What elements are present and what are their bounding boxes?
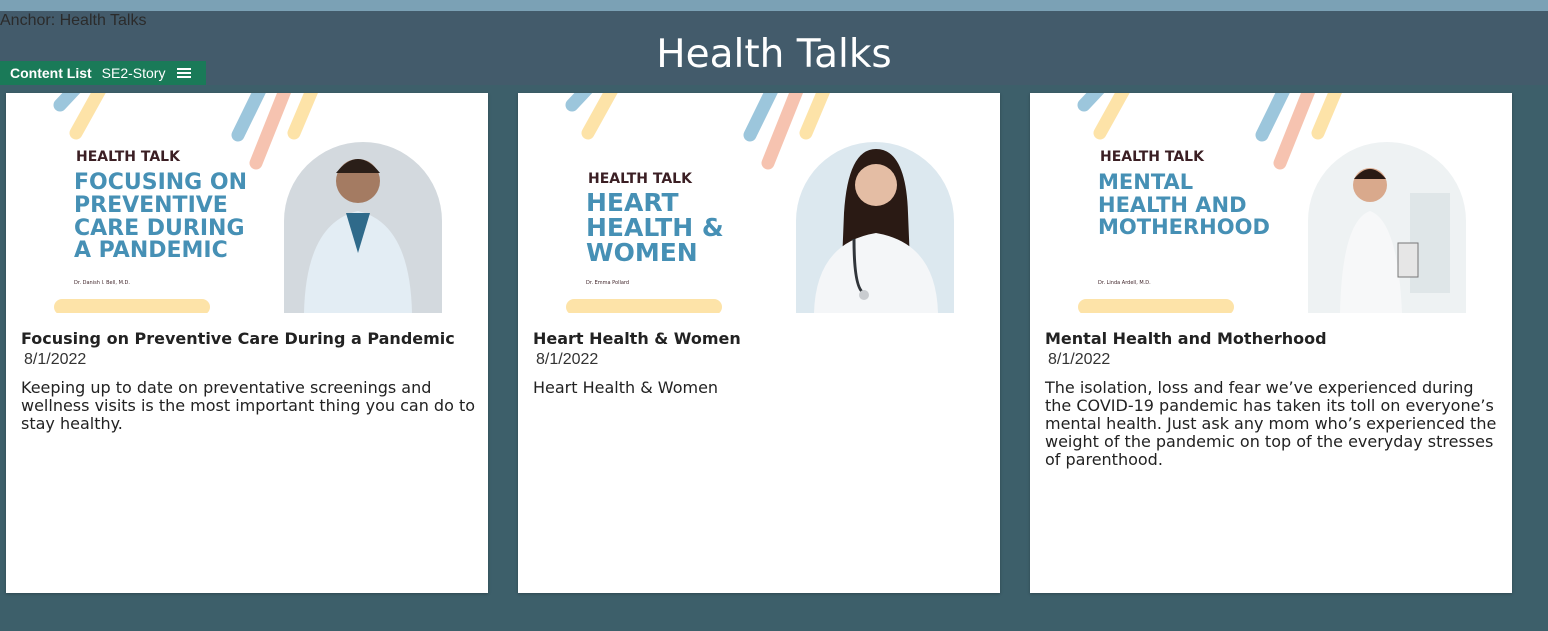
image-kicker: HEALTH TALK xyxy=(76,149,181,165)
image-headline-line: FOCUSING ON xyxy=(74,170,247,195)
hamburger-menu-icon[interactable] xyxy=(177,68,192,78)
content-card[interactable]: HEALTH TALK MENTAL HEALTH AND MOTHERHOOD… xyxy=(1030,93,1512,593)
content-list-label: Content List xyxy=(10,65,92,81)
image-headline-line: HEALTH AND xyxy=(1098,193,1247,217)
card-description: Heart Health & Women xyxy=(533,378,719,397)
card-title[interactable]: Heart Health & Women xyxy=(533,329,741,348)
image-headline-line: MENTAL xyxy=(1098,170,1193,194)
card-title[interactable]: Mental Health and Motherhood xyxy=(1045,329,1327,348)
story-label: SE2-Story xyxy=(101,65,166,81)
image-byline: Dr. Emma Pollard xyxy=(586,280,629,286)
card-date: 8/1/2022 xyxy=(24,351,87,368)
image-kicker: HEALTH TALK xyxy=(1100,149,1205,165)
image-byline: Dr. Linda Ardell, M.D. xyxy=(1098,280,1151,286)
card-date: 8/1/2022 xyxy=(536,351,599,368)
content-list-tag[interactable]: Content List SE2-Story xyxy=(0,61,206,85)
anchor-label: Anchor: Health Talks xyxy=(0,12,147,29)
doctor-photo xyxy=(284,142,442,313)
doctor-photo xyxy=(1308,142,1466,313)
card-date: 8/1/2022 xyxy=(1048,351,1111,368)
page-title: Health Talks xyxy=(656,32,892,77)
content-card[interactable]: HEALTH TALK FOCUSING ON PREVENTIVE CARE … xyxy=(6,93,488,593)
card-title[interactable]: Focusing on Preventive Care During a Pan… xyxy=(21,329,455,348)
image-headline-line: A PANDEMIC xyxy=(74,238,228,263)
doctor-photo xyxy=(796,142,954,313)
card-description: The isolation, loss and fear we’ve exper… xyxy=(1045,378,1497,469)
image-headline-line: MOTHERHOOD xyxy=(1098,215,1270,239)
card-image[interactable]: HEALTH TALK FOCUSING ON PREVENTIVE CARE … xyxy=(6,93,488,313)
content-card[interactable]: HEALTH TALK HEART HEALTH & WOMEN Dr. Emm… xyxy=(518,93,1000,593)
card-image[interactable]: HEALTH TALK MENTAL HEALTH AND MOTHERHOOD… xyxy=(1030,93,1512,313)
top-strip xyxy=(0,0,1548,11)
image-headline-line: PREVENTIVE xyxy=(74,193,228,218)
image-headline-line: WOMEN xyxy=(586,238,698,267)
image-kicker: HEALTH TALK xyxy=(588,171,693,187)
card-image[interactable]: HEALTH TALK HEART HEALTH & WOMEN Dr. Emm… xyxy=(518,93,1000,313)
card-description: Keeping up to date on preventative scree… xyxy=(21,378,476,433)
image-byline: Dr. Danish I. Bell, M.D. xyxy=(74,280,130,286)
